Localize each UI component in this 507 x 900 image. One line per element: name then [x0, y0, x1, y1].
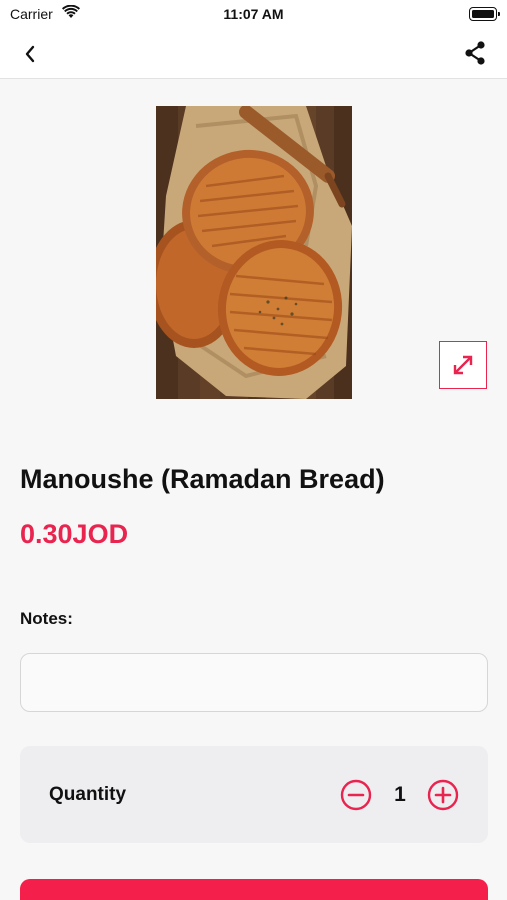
product-image[interactable]	[156, 106, 352, 399]
product-title: Manoushe (Ramadan Bread)	[20, 464, 385, 494]
quantity-stepper: Quantity 1	[20, 746, 488, 843]
back-button[interactable]	[14, 38, 46, 70]
expand-image-button[interactable]	[439, 341, 487, 389]
quantity-value: 1	[394, 783, 406, 806]
notes-input[interactable]	[20, 653, 488, 712]
notes-label: Notes:	[20, 609, 73, 628]
expand-arrows-icon	[453, 355, 473, 375]
battery-icon	[469, 7, 500, 21]
clock-time: 11:07 AM	[223, 6, 284, 22]
product-price: 0.30JOD	[20, 519, 129, 549]
add-to-cart-button[interactable]	[20, 879, 488, 900]
decrease-quantity-button[interactable]	[340, 779, 372, 811]
plus-circle-icon	[427, 779, 459, 811]
status-bar: Carrier 11:07 AM	[0, 0, 507, 28]
increase-quantity-button[interactable]	[427, 779, 459, 811]
share-icon	[465, 41, 485, 65]
minus-circle-icon	[340, 779, 372, 811]
chevron-left-icon	[25, 45, 35, 63]
quantity-label: Quantity	[49, 784, 127, 805]
navigation-bar	[0, 28, 507, 79]
share-button[interactable]	[459, 37, 491, 69]
